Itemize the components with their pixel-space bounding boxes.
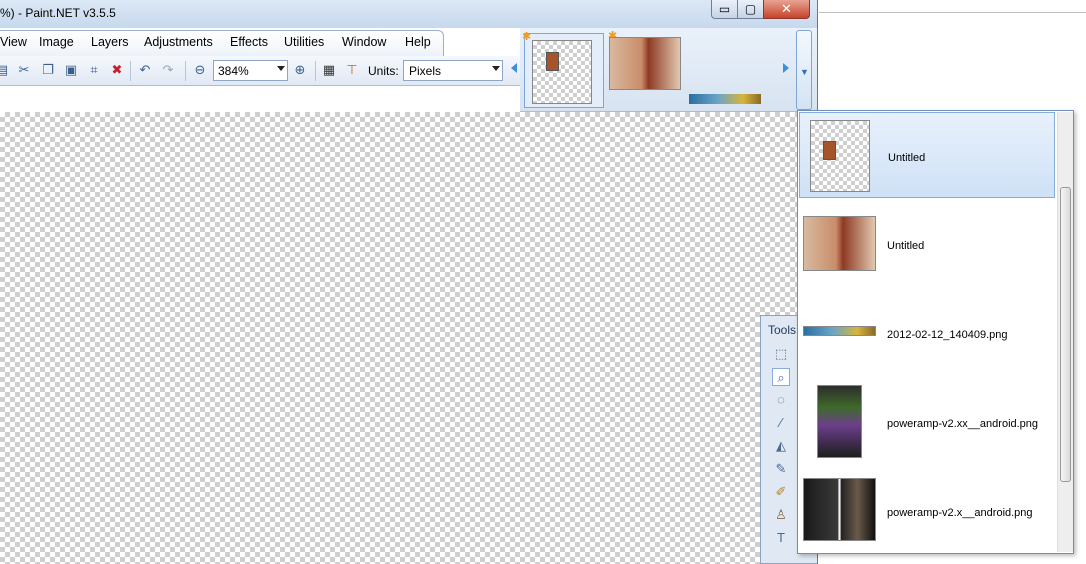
image-list-item-label: 2012-02-12_140409.png: [887, 329, 1008, 341]
image-thumbnail: [810, 120, 870, 192]
scrollbar-thumb[interactable]: [1060, 187, 1071, 482]
deselect-icon[interactable]: ✖: [109, 62, 125, 78]
menu-adjustments[interactable]: Adjustments: [144, 35, 213, 49]
zoom-dropdown[interactable]: 384%: [213, 60, 288, 81]
image-list-item[interactable]: Untitled: [799, 200, 1055, 286]
image-list-item[interactable]: Untitled: [799, 112, 1055, 198]
unsaved-star-icon: ✱: [522, 31, 532, 43]
zoom-tool-icon[interactable]: ⌕: [772, 368, 790, 386]
thumbnail-image: [609, 37, 681, 90]
paint-net-window: %) - Paint.NET v3.5.5 ▭ ▢ ✕ View Image L…: [0, 0, 818, 564]
paintbrush-icon[interactable]: ✎: [772, 460, 790, 478]
paint-bucket-icon[interactable]: ◭: [772, 437, 790, 455]
image-thumbnail: [803, 216, 876, 271]
grid-icon[interactable]: ▦: [321, 62, 337, 78]
close-button[interactable]: ✕: [763, 0, 810, 19]
ruler-icon[interactable]: ⊤: [344, 62, 360, 78]
image-strip: ✱ ✱ ▼: [511, 28, 817, 112]
chevron-down-icon: [492, 66, 500, 71]
chevron-down-icon: [277, 66, 285, 71]
image-list-item-label: Untitled: [887, 240, 925, 252]
image-list-item[interactable]: poweramp-v2.x__android.png: [799, 467, 1055, 553]
minimize-button[interactable]: ▭: [711, 0, 738, 19]
rectangle-select-icon[interactable]: ⬚: [772, 345, 790, 363]
menu-bar: View Image Layers Adjustments Effects Ut…: [0, 28, 520, 56]
units-label: Units:: [368, 64, 399, 78]
toolbar-separator: [315, 61, 316, 81]
maximize-icon: ▢: [744, 2, 757, 16]
menu-effects[interactable]: Effects: [230, 35, 268, 49]
menu-help[interactable]: Help: [405, 35, 431, 49]
tools-window-title: Tools: [768, 323, 797, 337]
image-thumbnail: [817, 385, 862, 458]
scroll-right-icon[interactable]: [783, 63, 789, 73]
text-tool-icon[interactable]: T: [772, 529, 790, 547]
toolbar-separator: [130, 61, 131, 81]
image-list-item[interactable]: 2012-02-12_140409.png: [799, 289, 1055, 375]
image-thumbnail: [803, 326, 876, 336]
units-value: Pixels: [409, 64, 442, 78]
pencil-icon[interactable]: ✐: [772, 483, 790, 501]
image-list-item[interactable]: poweramp-v2.xx__android.png: [799, 378, 1055, 464]
image-list-dropdown-button[interactable]: ▼: [796, 30, 812, 110]
image-tab-thumbnail[interactable]: ✱: [522, 31, 604, 108]
paste-icon[interactable]: ▣: [63, 62, 79, 78]
units-dropdown[interactable]: Pixels: [403, 60, 503, 81]
thumbnail-image: [532, 40, 592, 104]
magic-wand-icon[interactable]: ⁄: [772, 414, 790, 432]
thumbnail-photo: [546, 52, 559, 71]
maximize-button[interactable]: ▢: [737, 0, 764, 19]
divider: [819, 12, 1086, 13]
crop-to-selection-icon[interactable]: ▤: [0, 62, 10, 78]
redo-icon[interactable]: ↷: [160, 62, 176, 78]
menu-image[interactable]: Image: [39, 35, 74, 49]
image-thumbnail: [803, 478, 876, 541]
toolbar-separator: [185, 61, 186, 81]
image-tab-thumbnail[interactable]: ✱: [607, 30, 687, 108]
image-list-item-label: Untitled: [888, 152, 926, 164]
close-icon: ✕: [781, 1, 792, 16]
crop-icon[interactable]: ⌗: [86, 62, 102, 78]
zoom-value: 384%: [218, 64, 249, 78]
window-title: %) - Paint.NET v3.5.5: [0, 6, 116, 20]
scroll-left-icon[interactable]: [511, 63, 517, 73]
image-tab-thumbnail[interactable]: [689, 94, 761, 104]
chevron-down-icon: ▼: [800, 67, 809, 77]
undo-icon[interactable]: ↶: [137, 62, 153, 78]
menu-layers[interactable]: Layers: [91, 35, 129, 49]
thumbnail-photo: [823, 141, 836, 160]
menu-view[interactable]: View: [0, 35, 27, 49]
menu-utilities[interactable]: Utilities: [284, 35, 324, 49]
menu-window[interactable]: Window: [342, 35, 386, 49]
image-list-item-label: poweramp-v2.x__android.png: [887, 507, 1033, 519]
image-list-scrollbar[interactable]: [1057, 112, 1073, 552]
image-list-panel: Untitled Untitled 2012-02-12_140409.png …: [797, 110, 1074, 554]
canvas[interactable]: [0, 112, 817, 564]
image-list-item-label: poweramp-v2.xx__android.png: [887, 418, 1039, 430]
minimize-icon: ▭: [718, 2, 731, 16]
copy-icon[interactable]: ❐: [40, 62, 56, 78]
clone-stamp-icon[interactable]: ♙: [772, 506, 790, 524]
title-bar[interactable]: %) - Paint.NET v3.5.5 ▭ ▢ ✕: [0, 0, 817, 28]
main-toolbar: ▤ ✂ ❐ ▣ ⌗ ✖ ↶ ↷ ⊖ 384% ⊕ ▦ ⊤ Units: Pixe…: [0, 56, 520, 86]
ellipse-select-icon[interactable]: ◌: [772, 391, 790, 409]
cut-icon[interactable]: ✂: [16, 62, 32, 78]
zoom-out-icon[interactable]: ⊖: [192, 62, 208, 78]
zoom-in-icon[interactable]: ⊕: [292, 62, 308, 78]
